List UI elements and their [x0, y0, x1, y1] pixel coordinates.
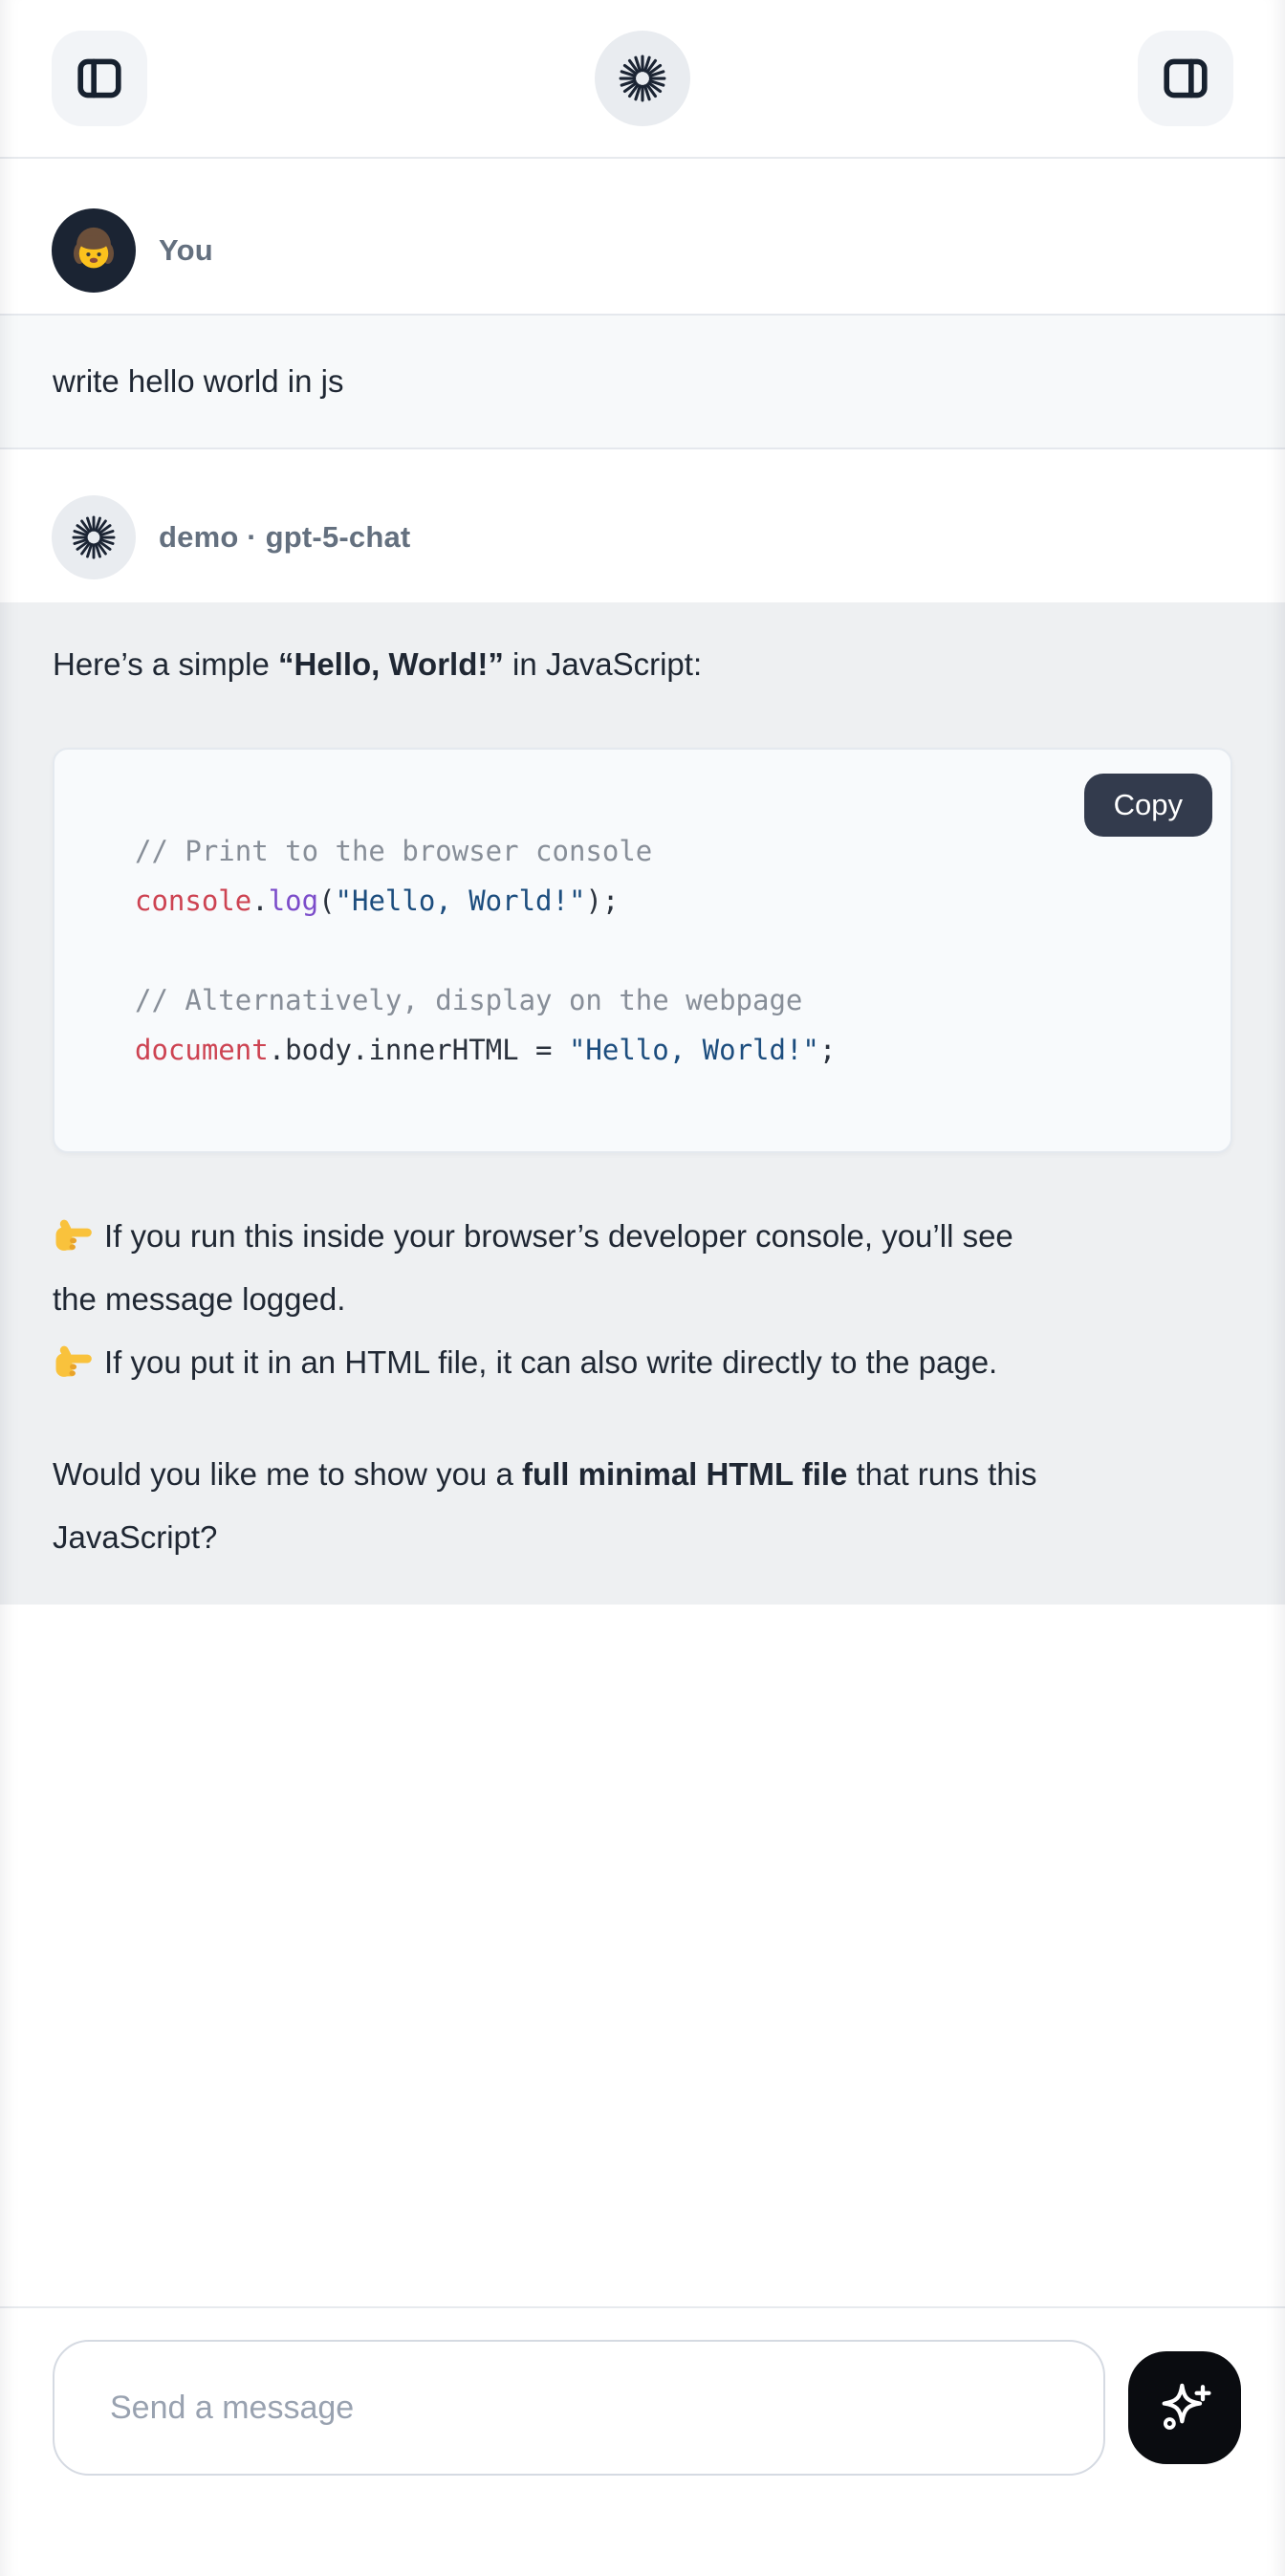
starburst-avatar-icon: [72, 515, 116, 559]
tip-line: If you put it in an HTML file, it can al…: [53, 1331, 1037, 1394]
chat-empty-space: [0, 1605, 1285, 2306]
assistant-sender-label: demo · gpt-5-chat: [159, 520, 410, 555]
composer: [0, 2306, 1285, 2513]
assistant-tips: If you run this inside your browser’s de…: [53, 1205, 1037, 1394]
assistant-question-text: Would you like me to show you a full min…: [53, 1443, 1037, 1569]
assistant-intro-text: Here’s a simple “Hello, World!” in JavaS…: [53, 633, 1037, 696]
sidebar-right-icon: [1160, 53, 1211, 104]
starburst-icon: [619, 55, 666, 102]
assistant-message-bubble: Here’s a simple “Hello, World!” in JavaS…: [0, 602, 1285, 1605]
user-avatar: [52, 208, 136, 293]
chat-app: You write hello world in js demo · gpt-5…: [0, 0, 1285, 2576]
send-button[interactable]: [1128, 2351, 1241, 2464]
user-sender-label: You: [159, 233, 213, 268]
assistant-message-header: demo · gpt-5-chat: [0, 449, 1285, 602]
tip-text: If you put it in an HTML file, it can al…: [104, 1344, 997, 1380]
code-block: Copy // Print to the browser console con…: [53, 748, 1232, 1153]
right-panel-toggle-button[interactable]: [1138, 31, 1233, 126]
person-emoji-icon: [67, 224, 120, 277]
point-right-emoji-icon: [53, 1214, 93, 1255]
app-logo-button[interactable]: [595, 31, 690, 126]
user-message: You write hello world in js: [0, 159, 1285, 449]
assistant-message: demo · gpt-5-chat Here’s a simple “Hello…: [0, 449, 1285, 1605]
user-message-bubble: write hello world in js: [0, 314, 1285, 449]
tip-line: If you run this inside your browser’s de…: [53, 1205, 1037, 1331]
tip-text: If you run this inside your browser’s de…: [53, 1218, 1013, 1317]
code-content: // Print to the browser console console.…: [135, 826, 1192, 1075]
sidebar-left-icon: [74, 53, 125, 104]
message-input[interactable]: [53, 2340, 1105, 2476]
topbar: [0, 0, 1285, 159]
point-right-emoji-icon: [53, 1341, 93, 1381]
sparkle-icon: [1154, 2377, 1215, 2438]
user-message-header: You: [0, 159, 1285, 314]
assistant-avatar: [52, 495, 136, 579]
user-message-text: write hello world in js: [53, 363, 343, 400]
copy-button[interactable]: Copy: [1084, 774, 1212, 837]
sidebar-toggle-button[interactable]: [52, 31, 147, 126]
